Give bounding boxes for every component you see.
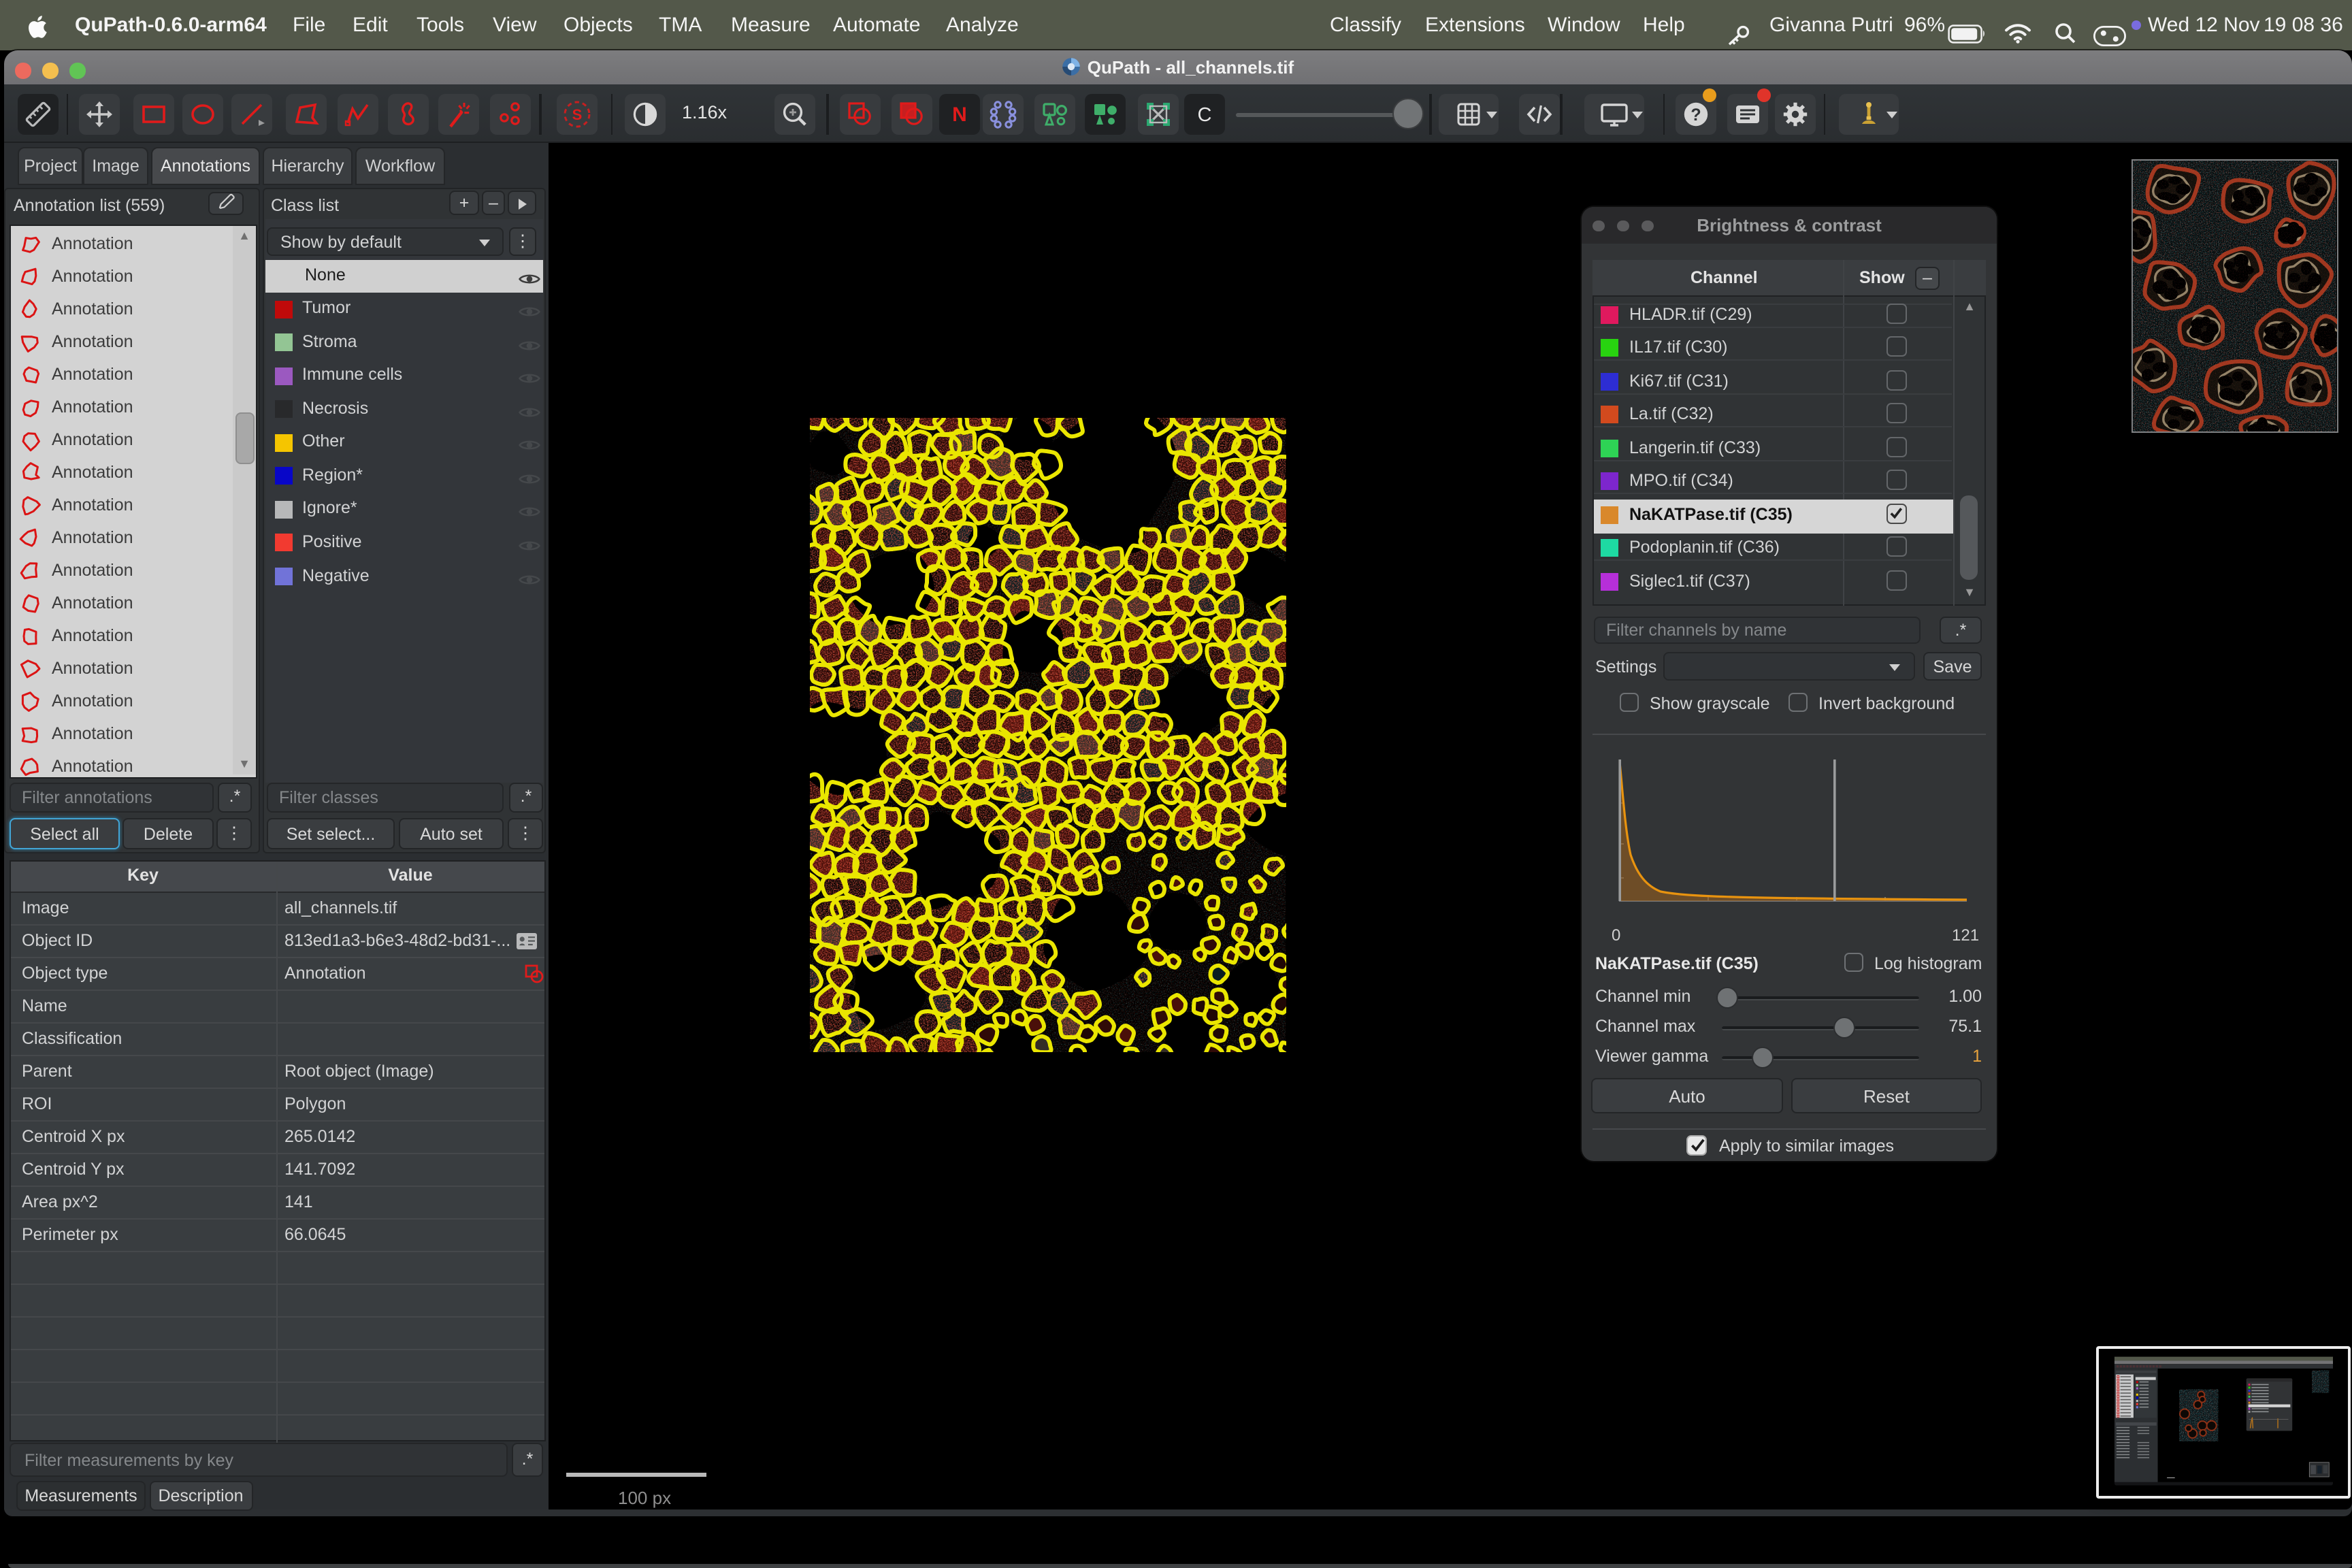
svg-text:C: C: [1198, 104, 1212, 126]
svg-text:N: N: [952, 103, 967, 126]
svg-text:?: ?: [1690, 105, 1700, 125]
svg-text:S: S: [572, 106, 583, 123]
